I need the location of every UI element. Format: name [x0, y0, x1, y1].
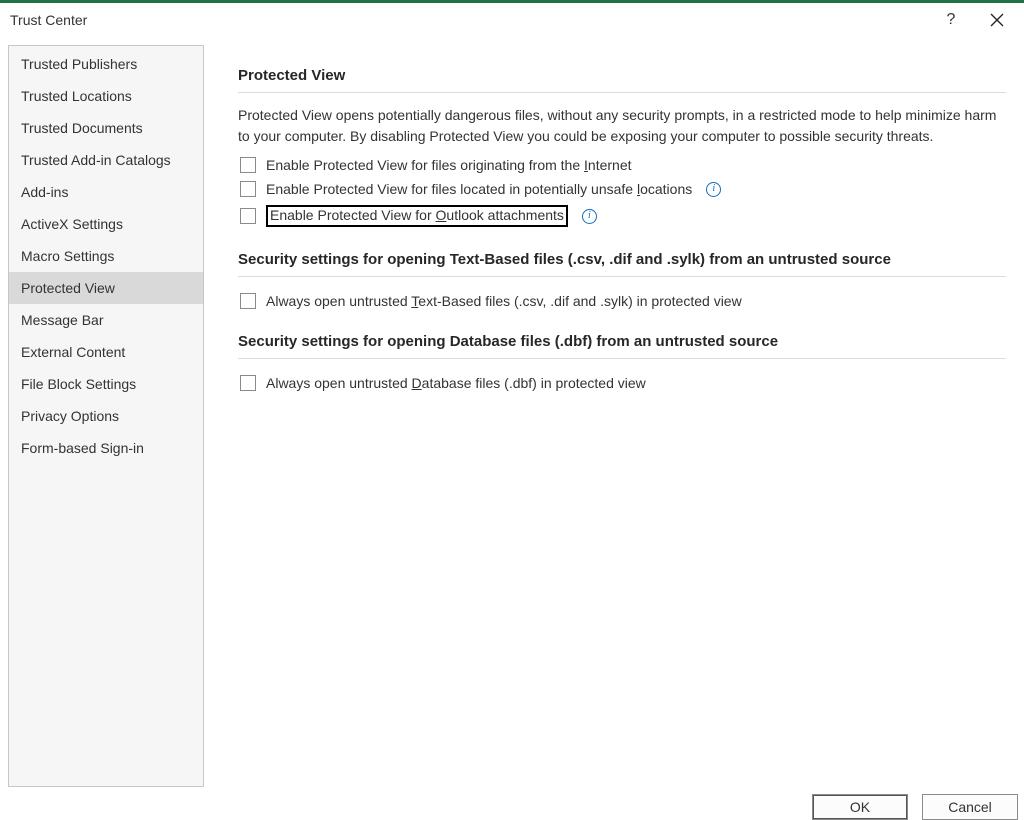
ok-button[interactable]: OK	[812, 794, 908, 820]
database-pv-row[interactable]: Always open untrusted Database files (.d…	[240, 371, 1006, 395]
info-icon[interactable]: i	[706, 182, 721, 197]
protected-view-description: Protected View opens potentially dangero…	[238, 105, 1006, 147]
cancel-button[interactable]: Cancel	[922, 794, 1018, 820]
database-pv-label: Always open untrusted Database files (.d…	[266, 375, 646, 391]
text-based-header: Security settings for opening Text-Based…	[238, 251, 1006, 276]
content-panel: Protected View Protected View opens pote…	[204, 45, 1016, 788]
sidebar-macro-settings[interactable]: Macro Settings	[9, 240, 203, 272]
sidebar-protected-view[interactable]: Protected View	[9, 272, 203, 304]
enable-pv-unsafe-label: Enable Protected View for files located …	[266, 181, 692, 197]
close-button[interactable]	[974, 5, 1020, 35]
info-icon[interactable]: i	[582, 209, 597, 224]
sidebar-file-block-settings[interactable]: File Block Settings	[9, 368, 203, 400]
divider	[238, 276, 1006, 277]
sidebar-trusted-addin-catalogs[interactable]: Trusted Add-in Catalogs	[9, 144, 203, 176]
window-title: Trust Center	[10, 12, 928, 28]
sidebar-trusted-documents[interactable]: Trusted Documents	[9, 112, 203, 144]
checkbox-icon	[240, 293, 256, 309]
enable-pv-unsafe-row[interactable]: Enable Protected View for files located …	[240, 177, 1006, 201]
checkbox-icon	[240, 375, 256, 391]
sidebar-add-ins[interactable]: Add-ins	[9, 176, 203, 208]
checkbox-icon	[240, 208, 256, 224]
enable-pv-internet-label: Enable Protected View for files originat…	[266, 157, 632, 173]
sidebar: Trusted Publishers Trusted Locations Tru…	[8, 45, 204, 787]
checkbox-icon	[240, 181, 256, 197]
enable-pv-outlook-row[interactable]: Enable Protected View for Outlook attach…	[240, 201, 1006, 231]
help-button[interactable]: ?	[928, 5, 974, 35]
enable-pv-outlook-label: Enable Protected View for Outlook attach…	[266, 205, 568, 227]
close-icon	[990, 13, 1004, 27]
protected-view-header: Protected View	[238, 67, 1006, 92]
titlebar: Trust Center ?	[0, 3, 1024, 37]
sidebar-message-bar[interactable]: Message Bar	[9, 304, 203, 336]
divider	[238, 92, 1006, 93]
sidebar-trusted-locations[interactable]: Trusted Locations	[9, 80, 203, 112]
text-based-pv-label: Always open untrusted Text-Based files (…	[266, 293, 742, 309]
sidebar-form-based-signin[interactable]: Form-based Sign-in	[9, 432, 203, 464]
text-based-pv-row[interactable]: Always open untrusted Text-Based files (…	[240, 289, 1006, 313]
divider	[238, 358, 1006, 359]
trust-center-dialog: Trust Center ? Trusted Publishers Truste…	[0, 0, 1024, 820]
dialog-body: Trusted Publishers Trusted Locations Tru…	[0, 37, 1024, 788]
sidebar-activex-settings[interactable]: ActiveX Settings	[9, 208, 203, 240]
checkbox-icon	[240, 157, 256, 173]
sidebar-external-content[interactable]: External Content	[9, 336, 203, 368]
sidebar-trusted-publishers[interactable]: Trusted Publishers	[9, 48, 203, 80]
dialog-footer: OK Cancel	[0, 788, 1024, 820]
database-header: Security settings for opening Database f…	[238, 333, 1006, 358]
sidebar-privacy-options[interactable]: Privacy Options	[9, 400, 203, 432]
enable-pv-internet-row[interactable]: Enable Protected View for files originat…	[240, 153, 1006, 177]
